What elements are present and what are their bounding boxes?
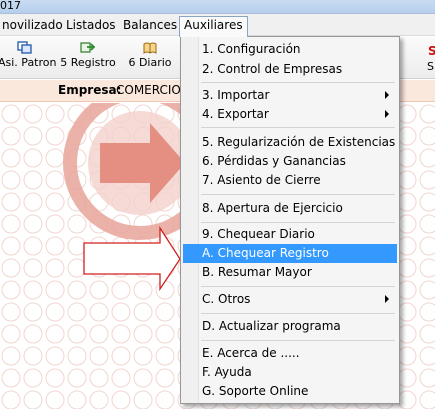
menu-item-control-empresas[interactable]: 2. Control de Empresas	[183, 60, 397, 79]
registro-button[interactable]: 5 Registro	[60, 39, 116, 77]
menu-item-apertura-ejercicio[interactable]: 8. Apertura de Ejercicio	[183, 199, 397, 218]
submenu-arrow-icon	[385, 110, 389, 118]
menu-item-ayuda[interactable]: F. Ayuda	[183, 363, 397, 382]
toolbar-right-fragment[interactable]: S S	[400, 40, 435, 76]
asiento-patron-button[interactable]: Asi. Patron	[0, 39, 57, 77]
menu-item-importar[interactable]: 3. Importar	[183, 86, 397, 105]
menu-auxiliares[interactable]: Auxiliares	[179, 16, 248, 37]
diario-book-icon	[143, 42, 157, 54]
empresa-label: Empresa:	[58, 83, 122, 97]
menu-balances[interactable]: Balances	[119, 17, 181, 34]
menu-item-label: 4. Exportar	[202, 107, 269, 121]
window-title: 017	[0, 0, 21, 12]
submenu-arrow-icon	[385, 91, 389, 99]
menu-item-exportar[interactable]: 4. Exportar	[183, 105, 397, 124]
menu-item-label: C. Otros	[202, 292, 251, 306]
right-letter: S	[427, 60, 434, 73]
menu-separator	[201, 127, 395, 128]
toolbar-label: 6 Diario	[128, 56, 172, 69]
menu-novilizado[interactable]: novilizado	[0, 17, 67, 34]
menu-separator	[201, 286, 395, 287]
menu-item-soporte-online[interactable]: G. Soporte Online	[183, 382, 397, 401]
menu-item-otros[interactable]: C. Otros	[183, 290, 397, 309]
menu-item-label: 3. Importar	[202, 88, 270, 102]
menu-separator	[201, 222, 395, 223]
menu-item-actualizar-programa[interactable]: D. Actualizar programa	[183, 317, 397, 336]
menu-item-chequear-diario[interactable]: 9. Chequear Diario	[183, 225, 397, 244]
menu-listados[interactable]: Listados	[62, 17, 120, 34]
window-titlebar: 017	[0, 0, 435, 14]
right-red-letter: S	[428, 44, 435, 58]
empresa-value: COMERCIO	[116, 83, 181, 97]
menu-item-configuracion[interactable]: 1. Configuración	[183, 40, 397, 59]
menu-item-acerca-de[interactable]: E. Acerca de .....	[183, 344, 397, 363]
menu-separator	[201, 313, 395, 314]
menu-item-perdidas-ganancias[interactable]: 6. Pérdidas y Ganancias	[183, 152, 397, 171]
menu-separator	[201, 340, 395, 341]
toolbar-label: 5 Registro	[60, 56, 116, 69]
menubar: novilizado Listados Balances Auxiliares	[0, 14, 435, 37]
toolbar-label: Asi. Patron	[0, 56, 57, 69]
menu-item-asiento-cierre[interactable]: 7. Asiento de Cierre	[183, 171, 397, 190]
submenu-arrow-icon	[385, 295, 389, 303]
menu-separator	[201, 194, 395, 195]
menu-separator	[201, 82, 395, 83]
menu-item-chequear-registro[interactable]: A. Chequear Registro	[183, 244, 397, 263]
diario-button[interactable]: 6 Diario	[126, 39, 174, 77]
auxiliares-dropdown: 1. Configuración 2. Control de Empresas …	[180, 36, 400, 404]
menu-item-regularizacion[interactable]: 5. Regularización de Existencias	[183, 133, 397, 152]
asiento-patron-icon	[17, 41, 32, 54]
menu-item-resumar-mayor[interactable]: B. Resumar Mayor	[183, 263, 397, 282]
registro-icon	[80, 42, 96, 53]
